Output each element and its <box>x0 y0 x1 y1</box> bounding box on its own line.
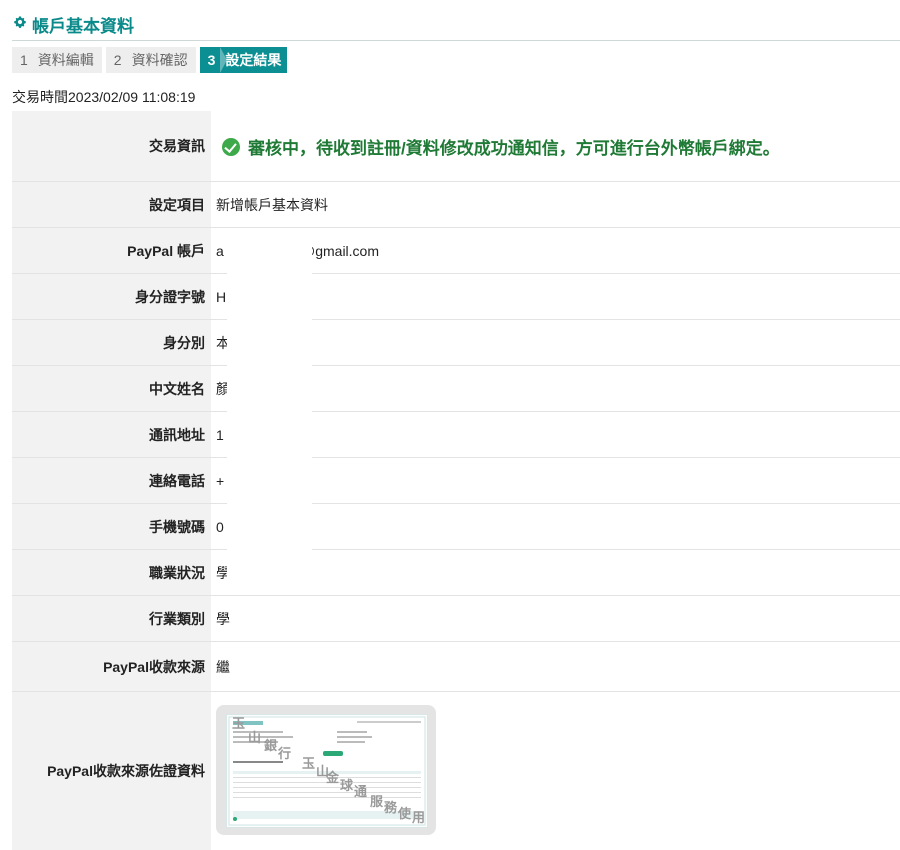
watermark-char: 用 <box>412 810 426 825</box>
watermark-char: 使 <box>398 806 412 821</box>
table-row: 身分別 本 <box>12 319 900 366</box>
row-value-domain: @gmail.com <box>301 243 380 259</box>
row-label: PayPal收款來源 <box>103 659 205 675</box>
row-label: 通訊地址 <box>149 427 205 443</box>
table-row: 設定項目 新增帳戶基本資料 <box>12 181 900 228</box>
table-row: PayPal收款來源 繼 <box>12 641 900 692</box>
table-row: 中文姓名 顏 <box>12 365 900 412</box>
table-row: 連絡電話 + <box>12 457 900 504</box>
page-title: 帳戶基本資料 <box>32 17 134 36</box>
watermark-char: 通 <box>354 784 368 799</box>
table-row: 職業狀況 學 <box>12 549 900 596</box>
watermark-char: 服 <box>370 794 384 809</box>
row-value: 0 <box>216 519 224 535</box>
chevron-right-icon <box>219 47 227 73</box>
row-value: + <box>216 473 225 489</box>
row-label: 職業狀況 <box>149 565 205 581</box>
table-row: 通訊地址 1 <box>12 411 900 458</box>
watermark-char: 務 <box>384 800 398 815</box>
row-label: 交易資訊 <box>149 138 205 154</box>
gear-icon <box>14 16 26 29</box>
proof-thumbnail[interactable]: 玉 山 銀 行 玉 山 金 球 通 服 務 使 用 <box>216 705 436 835</box>
watermark-char: 球 <box>340 778 354 793</box>
check-circle-icon <box>222 137 240 156</box>
row-label: 手機號碼 <box>149 519 205 535</box>
watermark-char: 山 <box>248 730 262 745</box>
row-label: 身分證字號 <box>135 289 205 305</box>
watermark-char: 銀 <box>264 738 278 753</box>
row-label: PayPal 帳戶 <box>127 243 205 259</box>
table-row: 手機號碼 0 <box>12 503 900 550</box>
watermark-char: 玉 <box>232 716 246 731</box>
row-value: H <box>216 289 227 305</box>
redaction-mask <box>227 239 312 583</box>
transaction-time: 交易時間2023/02/09 11:08:19 <box>12 89 196 105</box>
row-value: 繼 <box>216 659 230 675</box>
table-row: PayPal 帳戶 a @gmail.com <box>12 227 900 274</box>
row-value: 學 <box>216 611 230 627</box>
row-label: 行業類別 <box>149 611 205 627</box>
table-row: 行業類別 學 <box>12 595 900 642</box>
row-value: 1 <box>216 427 224 443</box>
step-edit: 1 資料編輯 <box>12 47 102 73</box>
table-row: 身分證字號 H <box>12 273 900 320</box>
row-label: 設定項目 <box>149 197 205 213</box>
row-label: 連絡電話 <box>149 473 205 489</box>
watermark-char: 金 <box>326 770 340 785</box>
row-label: 中文姓名 <box>149 381 205 397</box>
table-row: PayPal收款來源佐證資料 <box>12 691 900 850</box>
table-row-status: 交易資訊 審核中，待收到註冊/資料修改成功通知信，方可進行台外幣帳戶綁定。 <box>12 111 900 181</box>
row-label: 身分別 <box>163 335 205 351</box>
step-confirm: 2 資料確認 <box>105 47 196 73</box>
row-label: PayPal收款來源佐證資料 <box>47 763 205 779</box>
status-message: 審核中，待收到註冊/資料修改成功通知信，方可進行台外幣帳戶綁定。 <box>222 134 780 159</box>
watermark-char: 行 <box>278 746 292 761</box>
step-indicator: 1 資料編輯 2 資料確認 3 設定結果 <box>12 47 291 73</box>
page-header: 帳戶基本資料 <box>12 6 900 41</box>
step-result: 3 設定結果 <box>199 47 288 73</box>
watermark-char: 玉 <box>302 756 316 771</box>
row-value: 新增帳戶基本資料 <box>216 197 328 213</box>
row-value: a <box>216 243 224 259</box>
